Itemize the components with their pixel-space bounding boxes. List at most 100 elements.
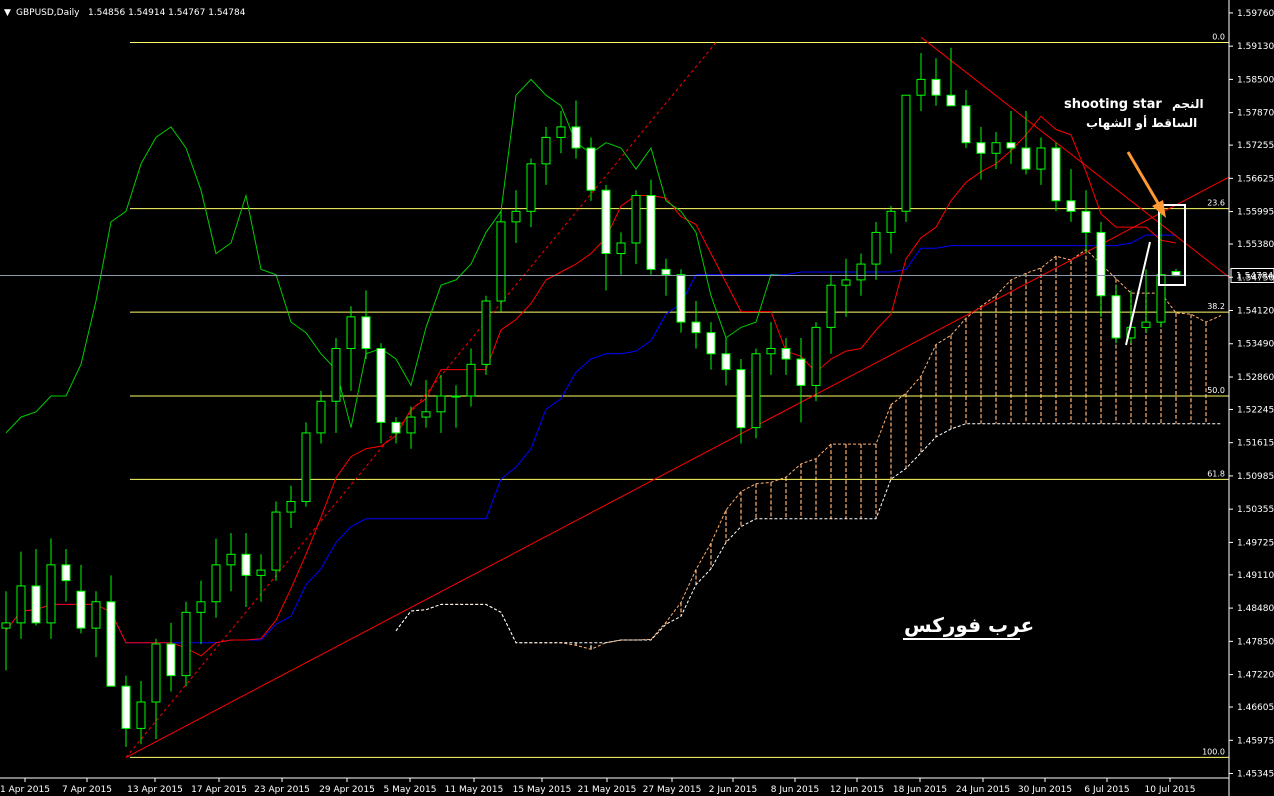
price-tick-label: 1.55380 [1237,240,1274,250]
candle-body [856,263,866,281]
price-tick-label: 1.47850 [1237,637,1274,647]
candle-body [661,268,671,276]
candle-body [1051,147,1061,202]
price-tick-label: 1.49110 [1237,571,1274,581]
candle-body [961,105,971,144]
candle-body [811,326,821,386]
price-tick-label: 1.47220 [1237,671,1274,681]
candle-body [121,685,131,729]
candle-body [466,363,476,397]
date-tick-label: 10 Jul 2015 [1145,785,1196,795]
candle-body [721,353,731,371]
price-tick-label: 1.57255 [1237,141,1274,151]
date-tick-label: 24 Jun 2015 [956,785,1010,795]
candle-body [901,94,911,212]
price-tick-label: 1.55995 [1237,208,1274,218]
date-tick-label: 17 Apr 2015 [191,785,247,795]
candle-body [826,284,836,328]
price-tick-label: 1.54750 [1237,273,1274,283]
candle-body [1036,147,1046,170]
candle-body [166,643,176,677]
price-tick-label: 1.52860 [1237,373,1274,383]
candle-body [301,432,311,503]
fib-label: 23.6 [1207,199,1225,208]
candle-body [1,622,11,629]
candle-body [511,210,521,223]
candle-body [76,590,86,629]
date-tick-label: 7 Apr 2015 [62,785,112,795]
candle-body [421,411,431,418]
candle-body [1141,321,1151,328]
price-tick-label: 1.46605 [1237,703,1274,713]
candle-body [1021,147,1031,170]
date-tick-label: 29 Apr 2015 [319,785,375,795]
price-tick-label: 1.45975 [1237,736,1274,746]
date-tick-label: 13 Apr 2015 [127,785,183,795]
candle-body [676,274,686,323]
candle-body [106,601,116,687]
candle-body [46,564,56,624]
price-tick-label: 1.49725 [1237,538,1274,548]
price-tick-label: 1.48480 [1237,604,1274,614]
candle-body [436,395,446,413]
price-tick-label: 1.53490 [1237,340,1274,350]
candle-body [1006,142,1016,149]
candle-body [1066,200,1076,212]
candle-body [976,142,986,154]
date-tick-label: 6 Jul 2015 [1084,785,1129,795]
candle-body [601,189,611,255]
candle-body [406,416,416,434]
ohlc-label: 1.54856 1.54914 1.54767 1.54784 [88,8,246,18]
price-tick-label: 1.51615 [1237,439,1274,449]
shooting-star-ar-1: النجم [1172,97,1204,111]
date-tick-label: 12 Jun 2015 [830,785,884,795]
date-tick-label: 18 Jun 2015 [893,785,947,795]
price-tick-label: 1.52245 [1237,405,1274,415]
candle-body [571,126,581,149]
candle-body [931,78,941,96]
candle-body [781,347,791,360]
candle-body [196,601,206,613]
candle-body [61,564,71,582]
candle-body [796,358,806,386]
fib-label: 0.0 [1212,32,1225,41]
date-tick-label: 2 Jun 2015 [709,785,757,795]
candle-body [946,94,956,107]
price-tick-label: 1.54120 [1237,307,1274,317]
symbol-label: GBPUSD,Daily [16,8,80,18]
fib-label: 50.0 [1207,386,1225,395]
candle-body [376,347,386,423]
candle-body [136,701,146,729]
candle-body [91,601,101,629]
candle-body [391,421,401,434]
candle-body [586,147,596,191]
triangle-icon[interactable]: ▼ [4,8,11,18]
candle-body [316,400,326,434]
candle-body [1081,210,1091,233]
candle-body [556,126,566,138]
candle-body [16,585,26,624]
candle-body [916,78,926,96]
candle-body [841,279,851,286]
price-tick-label: 1.50355 [1237,505,1274,515]
price-tick-label: 1.45345 [1237,770,1274,780]
price-tick-label: 1.59760 [1237,9,1274,19]
price-chart[interactable]: 0.023.638.250.061.8100.0 1.54784 1.59760… [0,0,1274,796]
candle-body [886,210,896,233]
candle-body [496,221,506,302]
shooting-star-ar-2: الساقط أو الشهاب [1086,115,1197,131]
candle-body [751,353,761,429]
price-tick-label: 1.59130 [1237,42,1274,52]
candle-body [151,643,161,703]
candle-body [541,136,551,165]
price-tick-label: 1.57870 [1237,109,1274,119]
candle-body [181,611,191,677]
price-tick-label: 1.56625 [1237,174,1274,184]
candle-body [241,553,251,576]
candle-body [526,163,536,212]
candle-body [691,321,701,334]
date-tick-label: 15 May 2015 [513,785,572,795]
candle-body [631,194,641,244]
price-tick-label: 1.50985 [1237,472,1274,482]
shooting-star-label: shooting star [1064,97,1162,112]
